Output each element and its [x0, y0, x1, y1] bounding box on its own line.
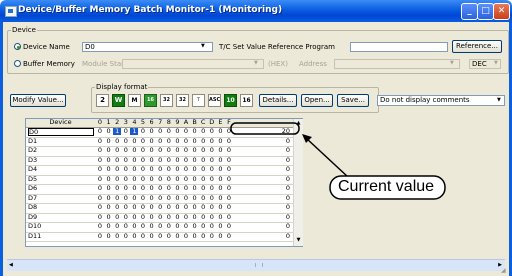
window-body: Device Device Name D0 ▼ T/C Set Value Re… [0, 22, 512, 276]
callout-graphics [230, 122, 446, 200]
current-value-highlight [230, 122, 300, 135]
callout-arrow-line [305, 137, 349, 178]
maximize-button[interactable]: □ [477, 3, 494, 20]
minimize-button[interactable]: _ [461, 3, 478, 20]
monitor-window: Device/Buffer Memory Batch Monitor-1 (Mo… [0, 0, 512, 276]
window-title: Device/Buffer Memory Batch Monitor-1 (Mo… [18, 5, 283, 15]
app-icon [5, 6, 17, 17]
callout-label: Current value [338, 178, 435, 195]
title-bar[interactable]: Device/Buffer Memory Batch Monitor-1 (Mo… [0, 0, 512, 22]
close-button[interactable]: ✕ [493, 3, 510, 20]
